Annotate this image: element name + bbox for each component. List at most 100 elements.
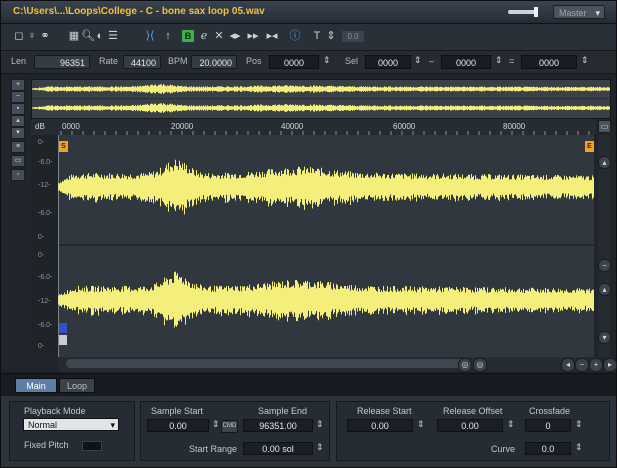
start-marker[interactable]: S (59, 141, 68, 152)
select-icon[interactable]: ▦ (68, 30, 80, 42)
sel-length-spin-icon[interactable]: ⇕ (581, 55, 589, 66)
crossfade-field[interactable]: 0 (525, 419, 571, 432)
sample-end-label: Sample End (258, 406, 308, 416)
len-field[interactable]: 96351 (34, 55, 90, 69)
master-dropdown[interactable]: Master ▾ (553, 5, 605, 19)
tool-stereo-icon[interactable]: ▭ (11, 155, 25, 167)
list-icon[interactable]: ☰ (107, 30, 119, 42)
scroll-up-icon[interactable]: ▴ (598, 283, 611, 296)
scale-label: -12- (38, 298, 51, 305)
cmd-button[interactable]: CMD (221, 420, 238, 433)
edit-icon[interactable]: ℯ (198, 30, 210, 42)
tool-fit-icon[interactable]: ▪ (11, 103, 25, 115)
rate-field[interactable]: 44100 (123, 55, 161, 69)
sample-start-field[interactable]: 0.00 (147, 419, 209, 432)
release-start-field[interactable]: 0.00 (347, 419, 413, 432)
params-row: Len 96351 Rate 44100 BPM 20.0000 Pos 000… (1, 51, 616, 74)
scale-label: -6.0- (38, 322, 53, 329)
sel-equals: = (509, 56, 515, 66)
scroll-up-icon[interactable]: ▴ (598, 156, 611, 169)
sample-start-spin-icon[interactable]: ⇕ (212, 419, 220, 430)
volume-slider-knob[interactable] (534, 7, 538, 17)
start-range-label: Start Range (189, 444, 238, 454)
play-region-icon[interactable]: ▸▸ (247, 30, 259, 42)
end-marker[interactable]: E (585, 141, 594, 152)
draw-icon[interactable]: ◐ (94, 30, 106, 42)
text-icon[interactable]: T (311, 30, 323, 42)
time-ruler[interactable]: 0000 20000 40000 60000 80000 (31, 119, 596, 136)
sample-end-spin-icon[interactable]: ⇕ (316, 419, 324, 430)
marker-icon[interactable]: ♀ (26, 30, 38, 42)
ruler-menu-button[interactable]: ▭ (598, 120, 611, 133)
rate-label: Rate (99, 56, 119, 66)
sel-start-field[interactable]: 0000 (365, 55, 411, 69)
info-icon[interactable]: ⓘ (289, 30, 301, 42)
zoom-out-icon[interactable]: − (575, 358, 589, 372)
next-icon[interactable]: ▸◂ (266, 30, 278, 42)
new-icon[interactable]: ◻ (13, 30, 25, 42)
fixed-pitch-toggle[interactable] (82, 441, 102, 451)
chevron-down-icon: ▾ (110, 420, 115, 430)
waveform-svg (57, 135, 594, 357)
scroll-down-icon[interactable]: ▾ (598, 331, 611, 344)
curve-label: Curve (491, 444, 516, 454)
start-range-field[interactable]: 0.00 sol (243, 442, 313, 455)
tool-zoom-in-icon[interactable]: + (11, 79, 25, 91)
zoom-icon[interactable]: 🔍︎ (81, 30, 95, 42)
crossfade-spin-icon[interactable]: ⇕ (575, 419, 583, 430)
waveform-display[interactable] (57, 135, 594, 357)
tool-up-icon[interactable]: ▴ (11, 115, 25, 127)
zoom-in-icon[interactable]: + (589, 358, 603, 372)
curve-spin-icon[interactable]: ⇕ (575, 442, 583, 453)
scroll-left-icon[interactable]: ◂ (561, 358, 575, 372)
crossfade-label: Crossfade (529, 406, 571, 416)
sample-start-label: Sample Start (151, 406, 204, 416)
release-start-spin-icon[interactable]: ⇕ (417, 419, 425, 430)
tool-zoom-out-icon[interactable]: − (11, 91, 25, 103)
release-section: Release Start 0.00 ⇕ Release Offset 0.00… (336, 401, 610, 461)
start-range-spin-icon[interactable]: ⇕ (316, 442, 324, 453)
scale-label: -6.0- (38, 274, 53, 281)
toolbar: ◻ ♀ ⚭ ▦ 🔍︎ ◐ ☰ ⟩⟨ ↑ B ℯ ✕ ◂▸ ▸▸ ▸◂ ⓘ T ⇕… (1, 24, 616, 51)
release-offset-field[interactable]: 0.00 (437, 419, 503, 432)
sel-length-field[interactable]: 0000 (521, 55, 577, 69)
play-icon[interactable]: ↑ (162, 30, 174, 42)
sel-dash: – (429, 56, 435, 66)
volume-slider[interactable] (508, 7, 538, 17)
sel-start-spin-icon[interactable]: ⇕ (414, 55, 422, 66)
curve-field[interactable]: 0.0 (525, 442, 571, 455)
green-b-icon[interactable]: B (182, 30, 194, 42)
zoom-fit-icon[interactable]: ◎ (473, 358, 487, 372)
horizontal-scroll-thumb[interactable] (66, 359, 464, 368)
tool-down-icon[interactable]: ▾ (11, 127, 25, 139)
tool-channel-icon[interactable]: ≡ (11, 141, 25, 153)
tab-loop[interactable]: Loop (59, 378, 95, 393)
fixed-pitch-label: Fixed Pitch (24, 440, 69, 450)
cut-icon[interactable]: ✕ (213, 30, 225, 42)
bpm-field[interactable]: 20.0000 (191, 55, 237, 69)
cursor-handle[interactable] (59, 323, 67, 333)
horizontal-scrollbar[interactable] (58, 357, 598, 371)
waveform-overview[interactable] (31, 79, 611, 119)
zoom-icon[interactable]: ◎ (458, 358, 472, 372)
spin-icon[interactable]: ⇕ (325, 30, 337, 42)
toolbar-value-field[interactable]: 0.0 (342, 31, 364, 42)
tab-bar: Main Loop (1, 373, 616, 396)
cursor-handle-alt[interactable] (59, 335, 67, 345)
zoom-out-vertical-icon[interactable]: − (598, 259, 611, 272)
tool-mono-icon[interactable]: ▫ (11, 169, 25, 181)
sample-end-field[interactable]: 96351.00 (243, 419, 313, 432)
prev-icon[interactable]: ◂▸ (229, 30, 241, 42)
pos-spin-icon[interactable]: ⇕ (323, 55, 331, 66)
playback-mode-select[interactable]: Normal ▾ (23, 418, 119, 431)
scale-label: 0- (38, 139, 45, 146)
scroll-right-icon[interactable]: ▸ (603, 358, 617, 372)
sel-end-field[interactable]: 0000 (441, 55, 491, 69)
sel-end-spin-icon[interactable]: ⇕ (495, 55, 503, 66)
link-icon[interactable]: ⚭ (39, 30, 51, 42)
release-offset-spin-icon[interactable]: ⇕ (507, 419, 515, 430)
tab-main[interactable]: Main (15, 378, 57, 393)
loop-icon[interactable]: ⟩⟨ (144, 30, 156, 42)
pos-field[interactable]: 0000 (269, 55, 319, 69)
overview-svg (32, 80, 610, 118)
